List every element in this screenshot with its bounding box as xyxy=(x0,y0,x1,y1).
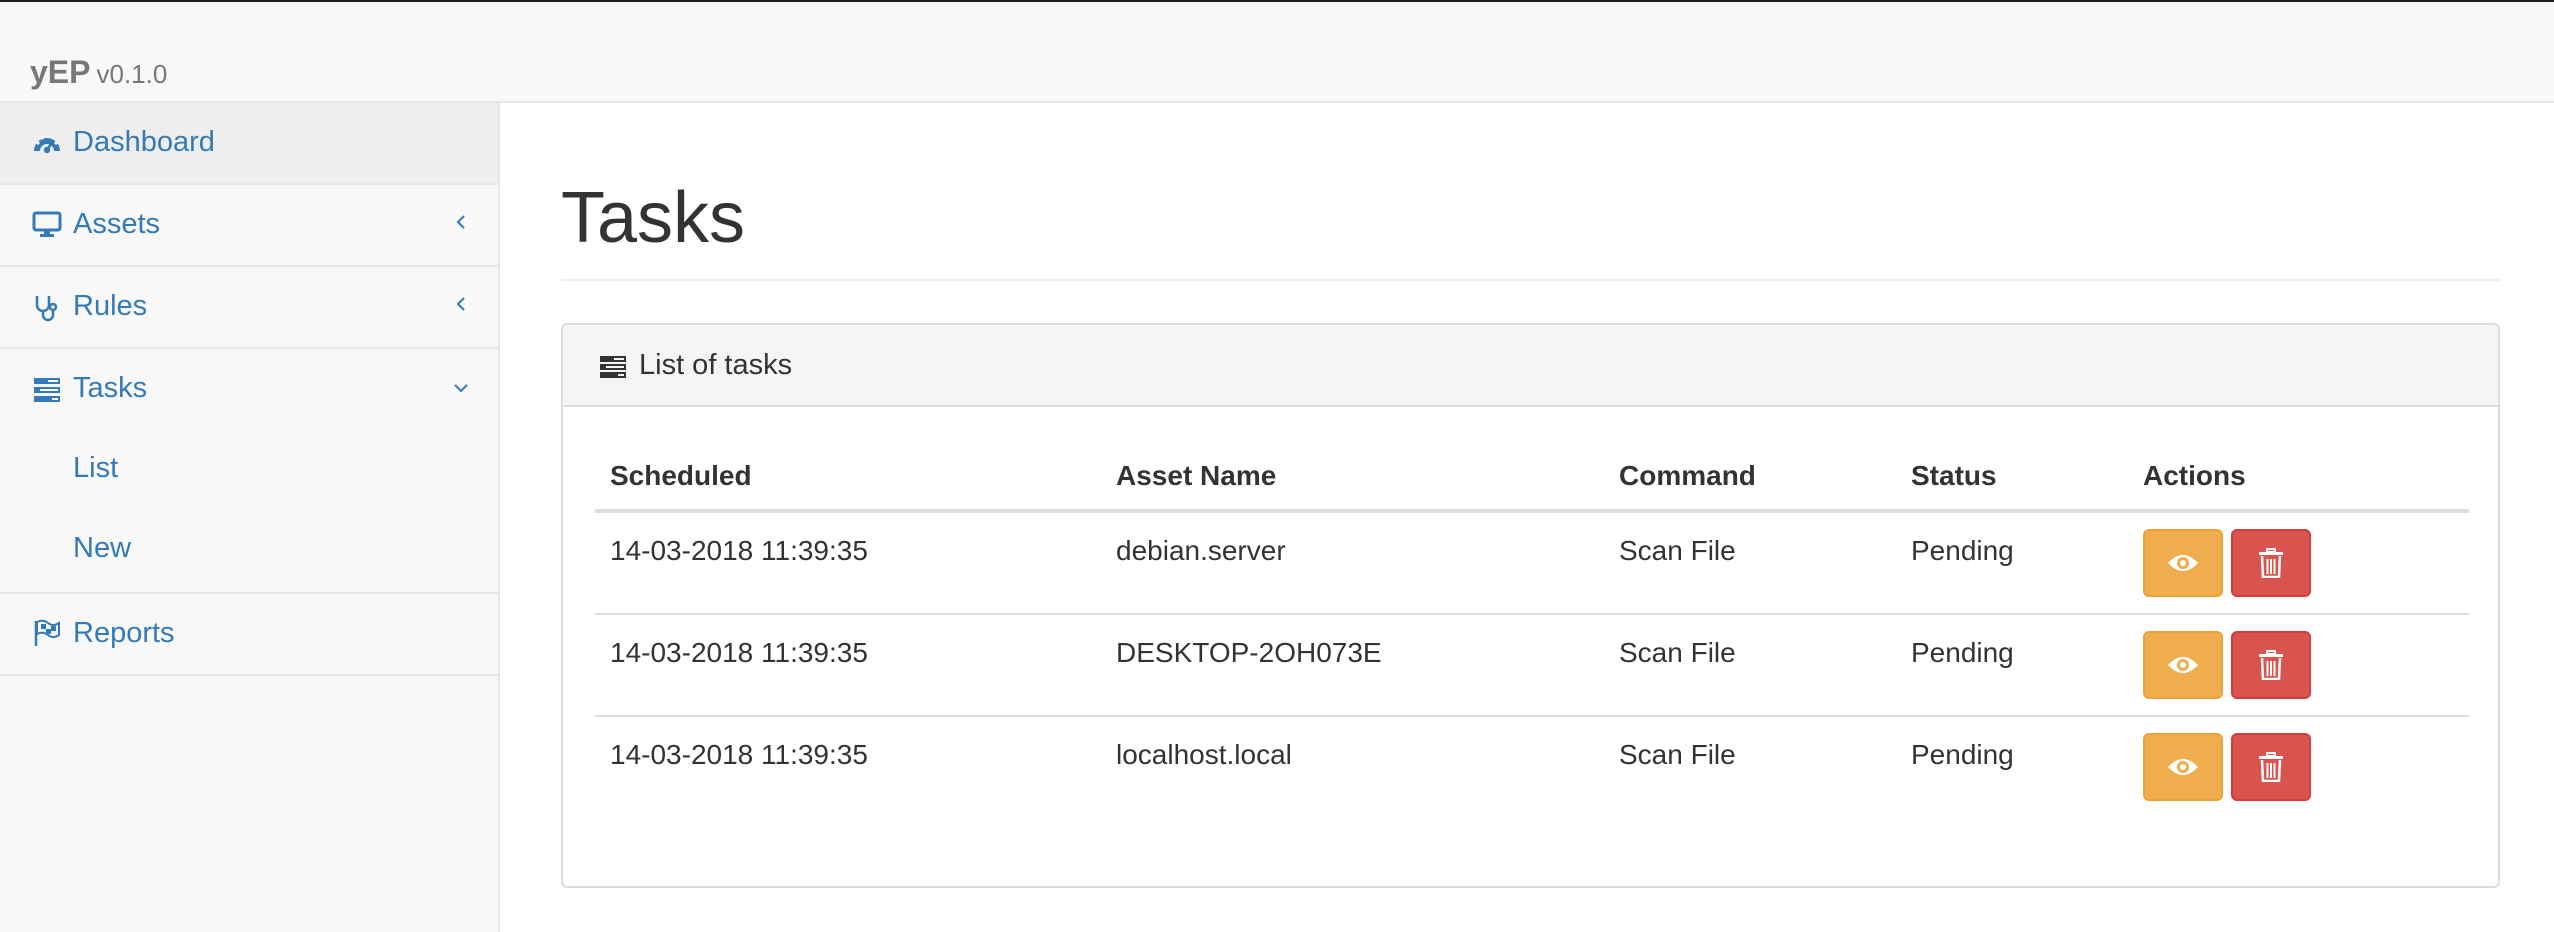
column-header-asset-name[interactable]: Asset Name xyxy=(1116,460,1276,492)
chevron-down-icon xyxy=(454,384,468,393)
column-header-command[interactable]: Command xyxy=(1619,460,1756,492)
trash-icon xyxy=(2259,650,2283,680)
sidebar-item-assets[interactable]: Assets xyxy=(0,185,498,267)
title-divider xyxy=(561,279,2500,281)
chevron-left-icon xyxy=(456,297,465,311)
flag-checkered-icon xyxy=(34,619,60,646)
column-header-actions: Actions xyxy=(2143,460,2246,491)
desktop-icon xyxy=(32,211,62,237)
sidebar: Dashboard Assets Rules Tasks List New Re… xyxy=(0,103,500,932)
view-button[interactable] xyxy=(2143,529,2223,597)
eye-icon xyxy=(2168,657,2198,673)
sidebar-item-tasks[interactable]: Tasks List New xyxy=(0,349,498,594)
delete-button[interactable] xyxy=(2231,529,2311,597)
sidebar-item-label: Rules xyxy=(73,290,148,322)
tasks-icon xyxy=(34,378,60,402)
column-header-status[interactable]: Status xyxy=(1911,460,1997,492)
stethoscope-icon xyxy=(35,296,58,322)
cell-status: Pending xyxy=(1911,739,2014,770)
dashboard-icon xyxy=(34,134,60,154)
tasks-icon xyxy=(600,356,626,378)
cell-scheduled: 14-03-2018 11:39:35 xyxy=(610,637,868,668)
cell-asset-name: debian.server xyxy=(1116,535,1286,566)
cell-scheduled: 14-03-2018 11:39:35 xyxy=(610,535,868,566)
trash-icon xyxy=(2259,752,2283,782)
panel-heading: List of tasks xyxy=(563,325,2498,407)
view-button[interactable] xyxy=(2143,733,2223,801)
cell-scheduled: 14-03-2018 11:39:35 xyxy=(610,739,868,770)
table-row: 14-03-2018 11:39:35 localhost.local Scan… xyxy=(595,717,2469,819)
sidebar-item-label: Tasks xyxy=(73,372,148,404)
cell-asset-name: localhost.local xyxy=(1116,739,1292,770)
delete-button[interactable] xyxy=(2231,631,2311,699)
top-navbar: yEP v0.1.0 xyxy=(0,2,2554,103)
sidebar-item-dashboard[interactable]: Dashboard xyxy=(0,103,498,185)
sidebar-subitem-new[interactable]: New xyxy=(73,532,131,565)
sidebar-subitem-list[interactable]: List xyxy=(73,452,118,485)
view-button[interactable] xyxy=(2143,631,2223,699)
eye-icon xyxy=(2168,555,2198,571)
cell-command: Scan File xyxy=(1619,637,1736,668)
brand-name: yEP xyxy=(30,54,91,90)
cell-status: Pending xyxy=(1911,535,2014,566)
delete-button[interactable] xyxy=(2231,733,2311,801)
cell-status: Pending xyxy=(1911,637,2014,668)
sidebar-item-rules[interactable]: Rules xyxy=(0,267,498,349)
cell-command: Scan File xyxy=(1619,535,1736,566)
sidebar-item-label: Dashboard xyxy=(73,126,215,158)
trash-icon xyxy=(2259,548,2283,578)
sidebar-item-label: Reports xyxy=(73,617,175,649)
cell-asset-name: DESKTOP-2OH073E xyxy=(1116,637,1382,668)
cell-command: Scan File xyxy=(1619,739,1736,770)
eye-icon xyxy=(2168,759,2198,775)
column-header-scheduled[interactable]: Scheduled xyxy=(610,460,752,492)
brand-version: v0.1.0 xyxy=(96,59,168,89)
sidebar-item-label: Assets xyxy=(73,208,161,240)
table-row: 14-03-2018 11:39:35 debian.server Scan F… xyxy=(595,513,2469,615)
sidebar-item-reports[interactable]: Reports xyxy=(0,594,498,676)
panel-title: List of tasks xyxy=(639,349,793,381)
chevron-left-icon xyxy=(456,215,465,229)
table-row: 14-03-2018 11:39:35 DESKTOP-2OH073E Scan… xyxy=(595,615,2469,717)
page-title: Tasks xyxy=(561,178,746,258)
tasks-panel: List of tasks Scheduled Asset Name Comma… xyxy=(561,323,2500,888)
brand[interactable]: yEP v0.1.0 xyxy=(30,54,167,91)
